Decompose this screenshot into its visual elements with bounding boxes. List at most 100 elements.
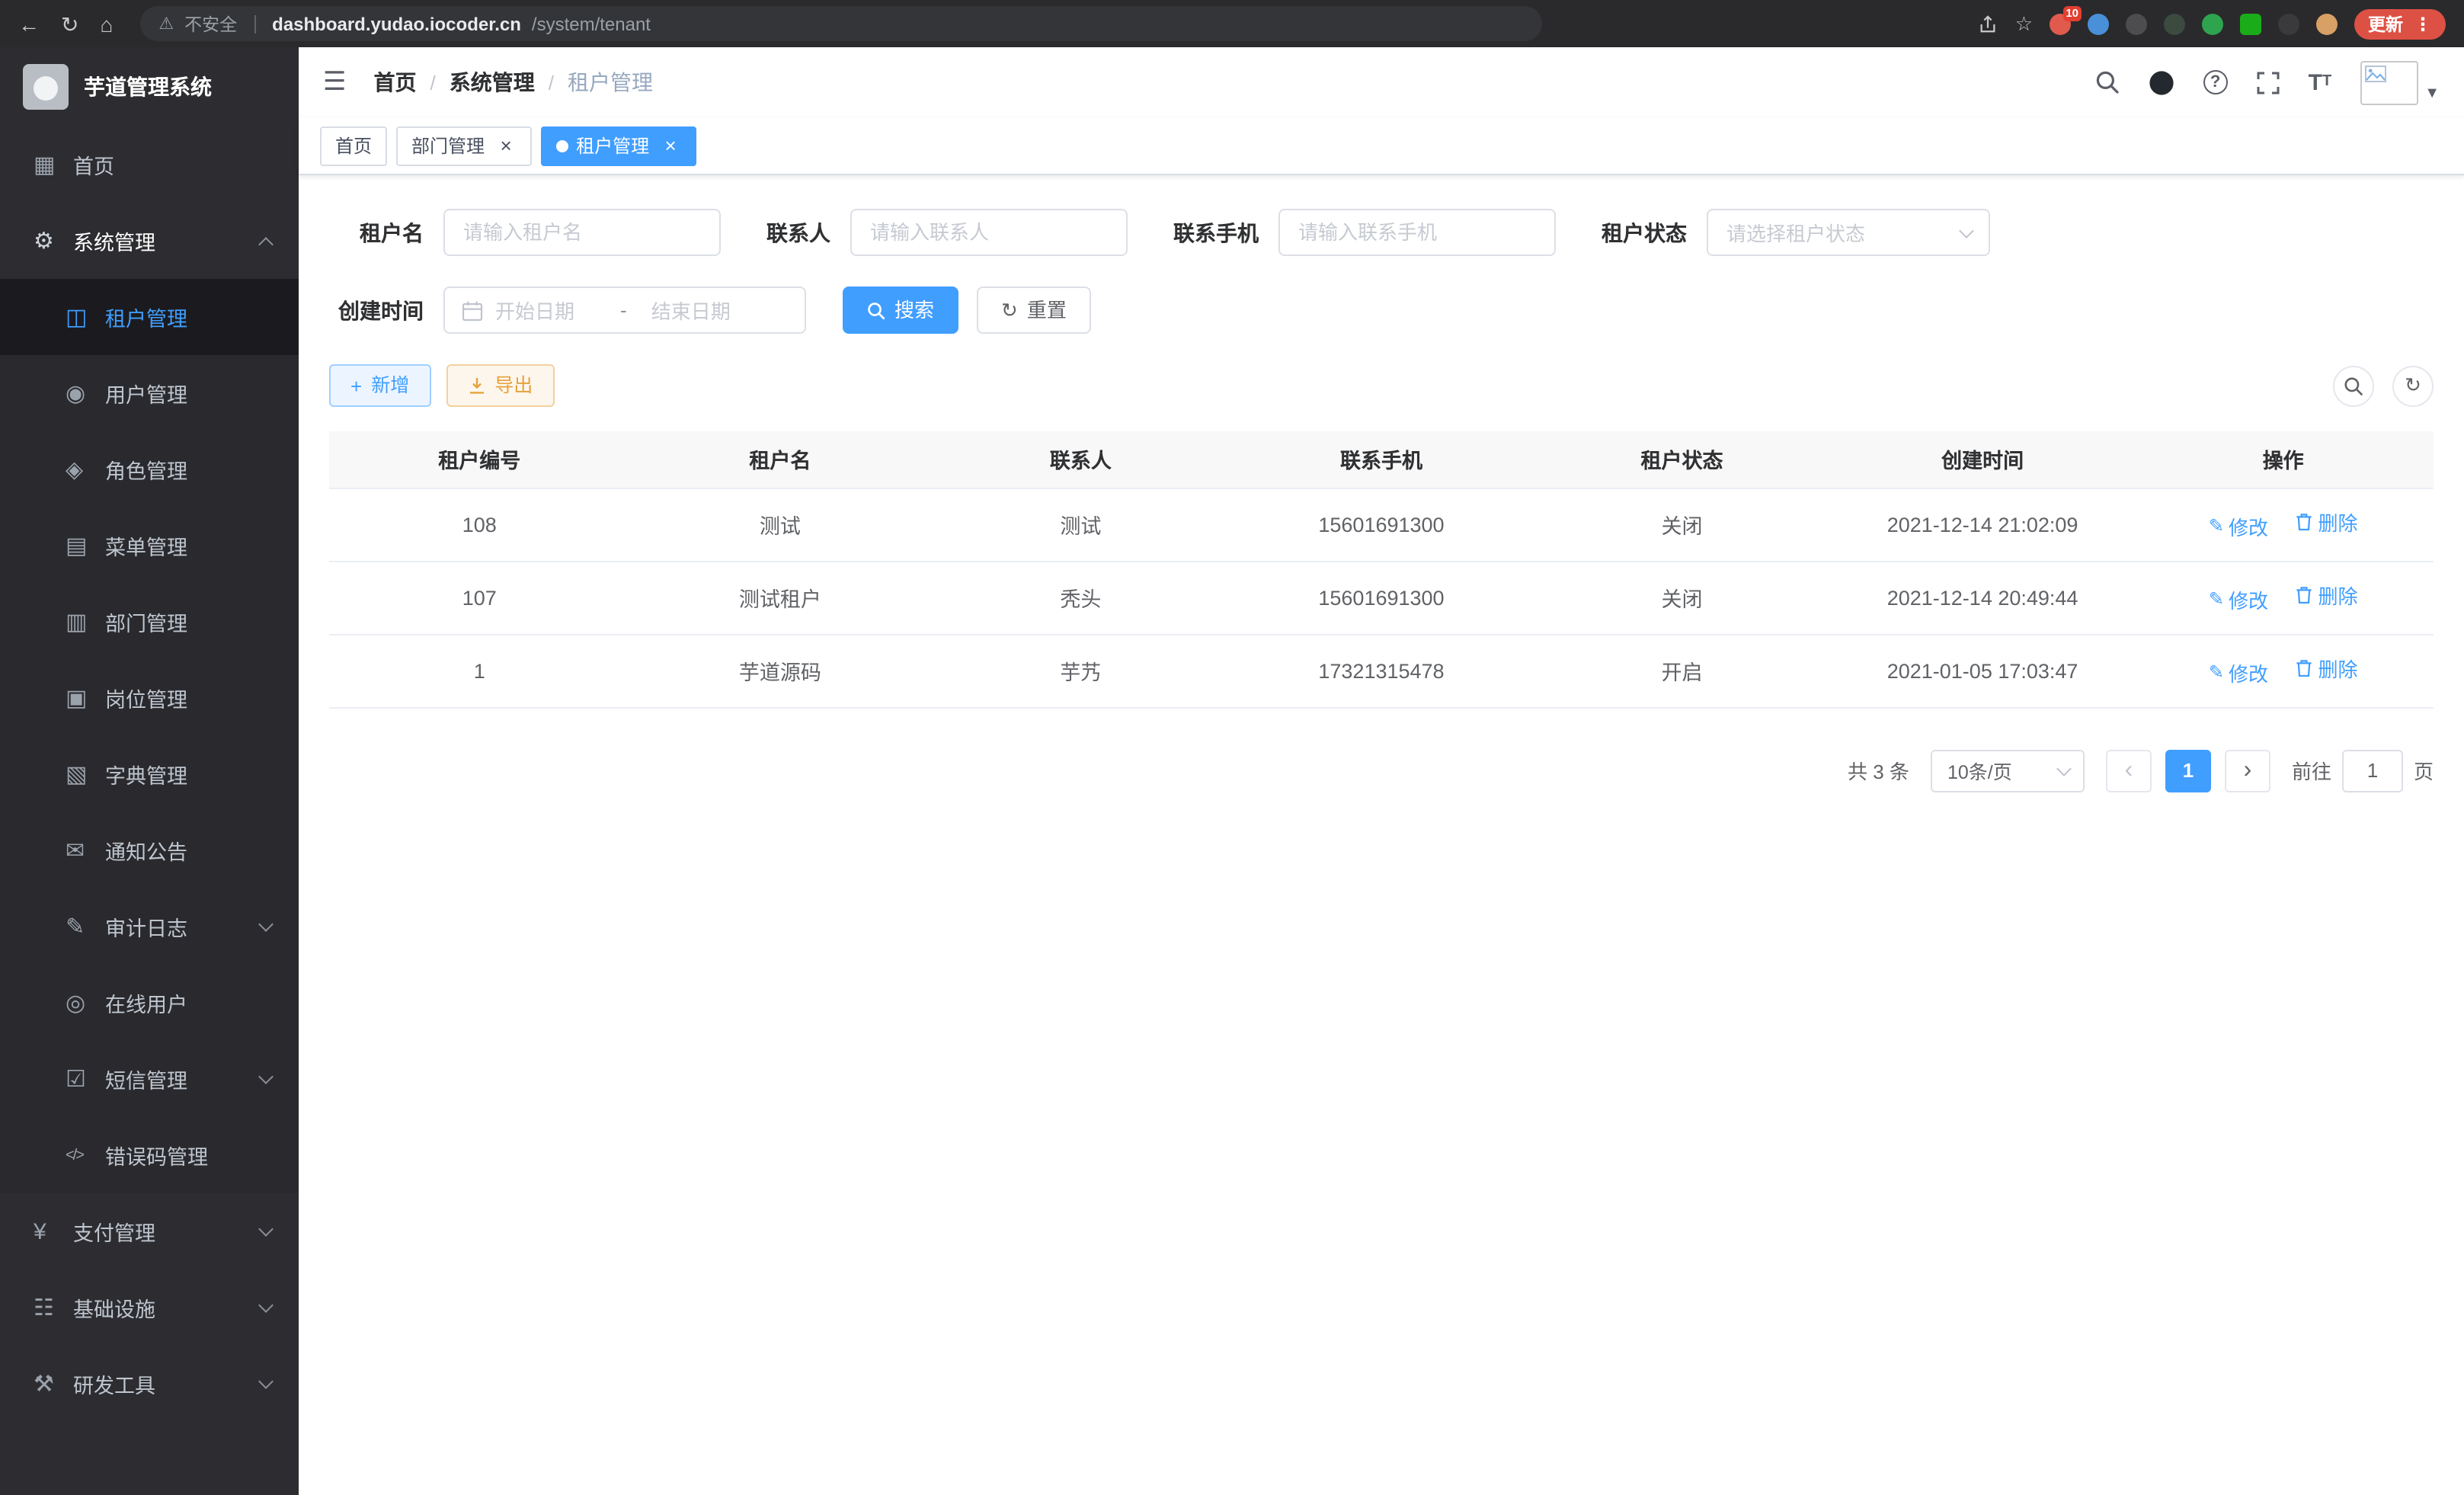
tenant-name-input[interactable] [443,209,721,256]
date-range-picker[interactable]: 开始日期 - 结束日期 [443,287,806,334]
next-page-button[interactable]: › [2225,749,2270,792]
extension-icon-5[interactable] [2202,13,2223,34]
cell-name: 测试租户 [630,561,931,634]
edit-icon: ✎ [2209,662,2224,683]
avatar[interactable] [2360,60,2418,104]
tags-view: 首页 部门管理 × 租户管理 × [299,117,2464,175]
prev-page-button[interactable]: ‹ [2106,749,2152,792]
extension-icon-1[interactable]: 10 [2050,13,2071,34]
phone-label: 联系手机 [1173,217,1259,248]
bookmark-star-icon[interactable]: ☆ [2015,11,2033,36]
browser-menu-icon[interactable]: ⋮ [2414,13,2432,34]
sidebar-item-system[interactable]: ⚙ 系统管理 [0,203,299,279]
help-icon[interactable]: ? [2203,70,2228,94]
breadcrumb-system[interactable]: 系统管理 [450,67,535,98]
edit-button[interactable]: ✎修改 [2209,512,2268,541]
sidebar-item-home[interactable]: ▦ 首页 [0,126,299,203]
fullscreen-icon[interactable] [2257,71,2280,94]
edit-button[interactable]: ✎修改 [2209,658,2268,687]
user-menu[interactable]: ▼ [2360,60,2440,104]
refresh-table-icon[interactable]: ↻ [2392,365,2434,406]
sidebar-item-error-code[interactable]: </> 错误码管理 [0,1117,299,1193]
add-button[interactable]: + 新增 [329,364,430,407]
browser-chrome: ← ↻ ⌂ ⚠ 不安全 dashboard.yudao.iocoder.cn/s… [0,0,2464,47]
extension-icon-3[interactable] [2126,13,2147,34]
post-badge-icon: ▣ [66,684,105,712]
font-size-icon[interactable]: TT [2309,71,2332,94]
tab-home[interactable]: 首页 [320,126,387,165]
reset-button[interactable]: ↻ 重置 [977,287,1091,334]
col-contact: 联系人 [930,431,1231,488]
main-panel: ☰ 首页 / 系统管理 / 租户管理 ? [299,47,2464,1495]
broadcast-icon: ◎ [66,989,105,1016]
github-icon[interactable] [2149,69,2174,95]
share-icon[interactable] [1979,13,1998,34]
browser-update-button[interactable]: 更新 ⋮ [2354,8,2446,39]
delete-button[interactable]: 删除 [2296,508,2358,537]
close-icon[interactable]: × [660,135,681,156]
status-select[interactable]: 请选择租户状态 [1707,209,1990,256]
toggle-search-icon[interactable] [2333,365,2374,406]
end-date-placeholder[interactable]: 结束日期 [651,296,764,325]
table-header-row: 租户编号 租户名 联系人 联系手机 租户状态 创建时间 操作 [329,431,2434,488]
reload-icon[interactable]: ↻ [61,13,78,34]
sidebar-collapse-icon[interactable]: ☰ [323,67,347,98]
col-tenant-name: 租户名 [630,431,931,488]
search-icon[interactable] [2095,70,2120,94]
sidebar-item-dict[interactable]: ▧ 字典管理 [0,736,299,812]
profile-avatar-icon[interactable] [2316,13,2338,34]
delete-button[interactable]: 删除 [2296,655,2358,683]
breadcrumb-home[interactable]: 首页 [374,67,417,98]
phone-input[interactable] [1278,209,1556,256]
home-icon[interactable]: ⌂ [100,13,113,34]
back-icon[interactable]: ← [18,13,40,34]
date-range-separator: - [620,299,627,322]
sidebar-item-post[interactable]: ▣ 岗位管理 [0,660,299,736]
browser-right-cluster: ☆ 10 更新 ⋮ [1979,8,2446,39]
sidebar-item-payment[interactable]: ¥ 支付管理 [0,1193,299,1269]
sidebar-item-role[interactable]: ◈ 角色管理 [0,431,299,507]
delete-button[interactable]: 删除 [2296,581,2358,610]
tab-tenant[interactable]: 租户管理 × [541,126,696,165]
tenant-table: 租户编号 租户名 联系人 联系手机 租户状态 创建时间 操作 108 测试 [329,431,2434,708]
sidebar-item-menu[interactable]: ▤ 菜单管理 [0,507,299,584]
infrastructure-icon: ☷ [34,1294,73,1321]
extension-icon-4[interactable] [2164,13,2185,34]
code-icon: </> [66,1147,105,1164]
export-button[interactable]: 导出 [446,364,554,407]
close-icon[interactable]: × [495,135,517,156]
extension-icon-2[interactable] [2088,13,2109,34]
sidebar-item-dept[interactable]: ▥ 部门管理 [0,584,299,660]
sidebar-item-audit-log[interactable]: ✎ 审计日志 [0,888,299,965]
page-number-1[interactable]: 1 [2165,749,2211,792]
contact-input[interactable] [850,209,1128,256]
sidebar-item-notice[interactable]: ✉ 通知公告 [0,812,299,888]
sidebar: 芋道管理系统 ▦ 首页 ⚙ 系统管理 ◫ 租户管理 ◉ 用户管理 [0,47,299,1495]
sidebar-item-online-user[interactable]: ◎ 在线用户 [0,965,299,1041]
yen-icon: ¥ [34,1218,73,1244]
trash-icon [2296,659,2314,679]
sidebar-item-user[interactable]: ◉ 用户管理 [0,355,299,431]
address-bar[interactable]: ⚠ 不安全 dashboard.yudao.iocoder.cn/system/… [140,6,1542,41]
refresh-icon: ↻ [1001,300,1018,320]
extension-icon-6[interactable] [2240,13,2261,34]
url-host: dashboard.yudao.iocoder.cn [272,13,521,34]
chevron-down-icon [2056,760,2072,776]
trash-icon [2296,586,2314,606]
sidebar-item-dev-tools[interactable]: ⚒ 研发工具 [0,1346,299,1422]
sidebar-item-tenant[interactable]: ◫ 租户管理 [0,279,299,355]
tenant-name-label: 租户名 [329,217,424,248]
page-size-select[interactable]: 10条/页 [1931,749,2085,792]
extension-icon-7[interactable] [2278,13,2299,34]
goto-page-input[interactable] [2342,749,2403,792]
tab-label: 租户管理 [576,133,649,158]
search-button[interactable]: 搜索 [843,287,958,334]
sidebar-item-infra[interactable]: ☷ 基础设施 [0,1269,299,1346]
start-date-placeholder[interactable]: 开始日期 [495,296,608,325]
tab-dept[interactable]: 部门管理 × [396,126,532,165]
edit-button[interactable]: ✎修改 [2209,585,2268,614]
chevron-down-icon [258,1297,274,1312]
sidebar-item-sms[interactable]: ☑ 短信管理 [0,1041,299,1117]
chevron-up-icon [258,236,274,251]
security-label: 不安全 [184,11,237,36]
